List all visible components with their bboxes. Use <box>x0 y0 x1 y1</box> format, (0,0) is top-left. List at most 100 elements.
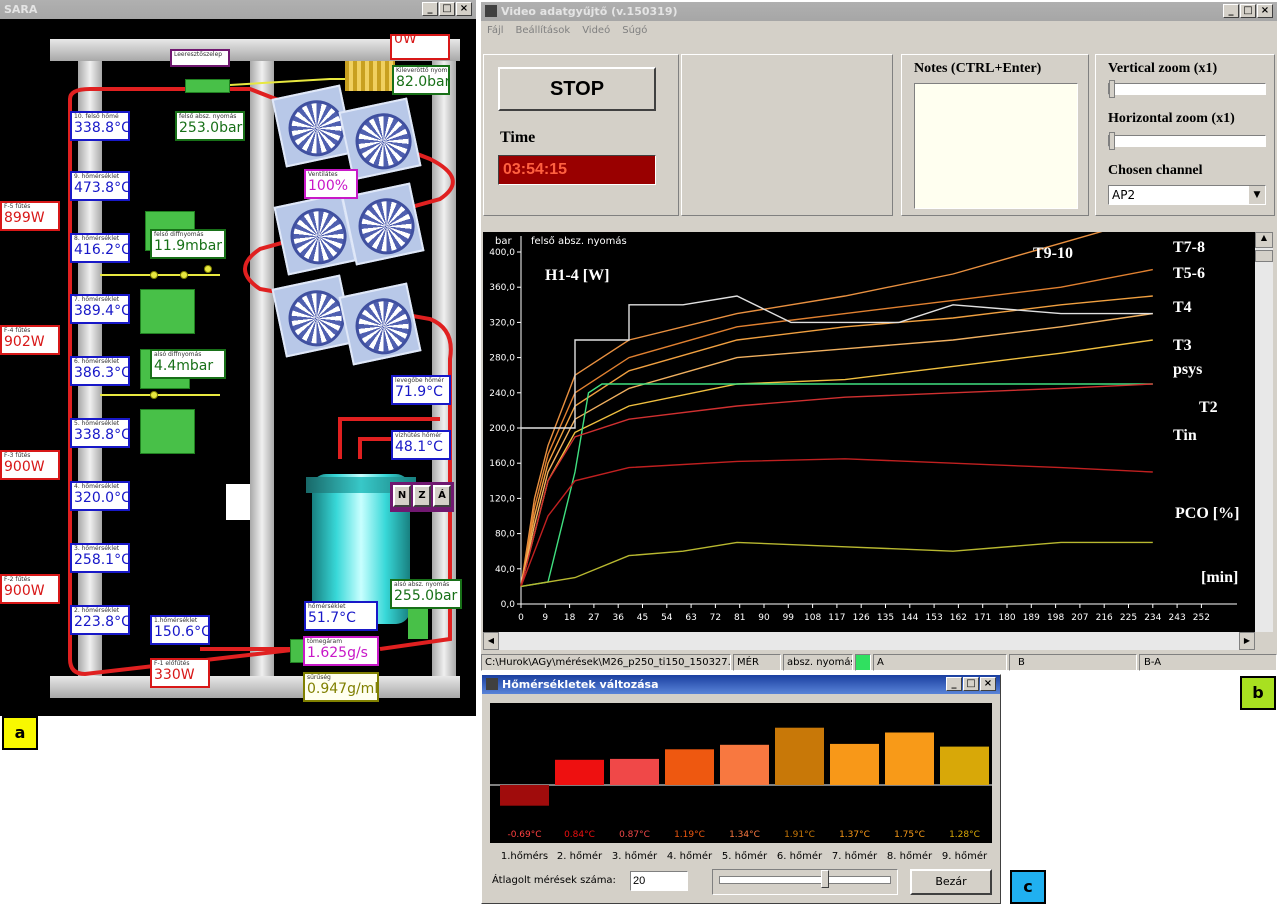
menu-settings[interactable]: Beállítások <box>516 21 571 41</box>
status-b: B <box>1009 654 1137 671</box>
chart-annotation: T2 <box>1199 399 1218 416</box>
horizontal-zoom-slider[interactable] <box>1108 132 1266 150</box>
scroll-right-icon[interactable]: ▶ <box>1239 632 1255 650</box>
fan-6 <box>338 282 422 366</box>
close-icon[interactable]: × <box>980 677 996 691</box>
valve-block-5 <box>140 409 195 454</box>
bar-3 <box>610 758 659 785</box>
badge-b: b <box>1240 676 1276 710</box>
channel-select-value: AP2 <box>1112 188 1136 202</box>
bar-value-label: 1.75°C <box>894 830 925 840</box>
lower-diff-pressure-label: alsó diffnyomás 4.4mbar <box>150 349 226 379</box>
label-value: 338.8°C <box>74 427 130 443</box>
f5-heater-label: F-5 fűtés 899W <box>0 201 60 231</box>
slider-thumb[interactable] <box>821 870 829 888</box>
x-tick-label: 27 <box>588 613 599 623</box>
maximize-icon[interactable]: □ <box>1240 4 1256 18</box>
t1-label: 1.hőmérséklet 150.6°C <box>150 615 210 645</box>
y-tick-label: 240,0 <box>489 389 515 399</box>
x-tick-label: 252 <box>1193 613 1210 623</box>
scroll-left-icon[interactable]: ◀ <box>483 632 499 650</box>
slider-thumb[interactable] <box>1109 132 1115 150</box>
scroll-thumb[interactable] <box>1255 250 1273 262</box>
chart-annotation: PCO [%] <box>1175 505 1239 522</box>
x-tick-label: 216 <box>1096 613 1113 623</box>
bar-name-row: 1.hőmérs 2. hőmér 3. hőmér 4. hőmér 5. hőmér… <box>490 851 992 865</box>
label-value: 1.625g/s <box>307 645 368 661</box>
t5-label: 5. hőmérséklet 338.8°C <box>70 418 130 448</box>
minimize-icon[interactable]: _ <box>946 677 962 691</box>
minimize-icon[interactable]: _ <box>1223 4 1239 18</box>
bar-name-label: 1.hőmérs <box>500 851 549 862</box>
chart-area: bar felső absz. nyomás 0,0 40,0 80,0 120,0 160… <box>483 232 1255 632</box>
x-tick-label: 72 <box>710 613 721 623</box>
bar-name-label: 3. hőmér <box>611 851 658 862</box>
y-tick-label: 80,0 <box>495 530 515 540</box>
app-icon <box>485 5 497 17</box>
label-value: 338.8°C <box>74 120 130 136</box>
slider-thumb[interactable] <box>1109 80 1115 98</box>
avg-count-input[interactable] <box>630 871 688 891</box>
status-ba: B-A <box>1139 654 1277 671</box>
vertical-zoom-slider[interactable] <box>1108 80 1266 98</box>
channel-select[interactable]: AP2 ▼ <box>1108 185 1266 205</box>
y-tick-label: 160,0 <box>489 459 515 469</box>
sensor-dot <box>204 265 212 273</box>
label-value: 82.0bar <box>396 74 450 90</box>
x-tick-label: 18 <box>564 613 576 623</box>
vertical-scrollbar[interactable]: ▲ <box>1255 232 1273 632</box>
bar-2 <box>555 759 604 785</box>
menu-help[interactable]: Súgó <box>622 21 647 41</box>
panel-a-titlebar[interactable]: SARA _ □ × <box>0 0 476 19</box>
mode-z-button[interactable]: Z <box>413 485 431 507</box>
avg-label: Átlagolt mérések száma: <box>492 875 616 886</box>
menu-video[interactable]: Videó <box>582 21 610 41</box>
mass-flow-label: tömegáram 1.625g/s <box>303 636 379 666</box>
chart-annotation: T3 <box>1173 337 1192 354</box>
maximize-icon[interactable]: □ <box>439 2 455 16</box>
label-value: 253.0bar <box>179 120 243 136</box>
label-value: 899W <box>4 210 45 226</box>
avg-slider-track[interactable] <box>719 876 891 884</box>
maximize-icon[interactable]: □ <box>963 677 979 691</box>
notes-textarea[interactable] <box>914 83 1078 209</box>
stop-button[interactable]: STOP <box>498 67 656 111</box>
top-heater <box>345 61 395 91</box>
chevron-down-icon[interactable]: ▼ <box>1249 186 1265 204</box>
panel-b-titlebar[interactable]: Video adatgyűjtő (v.150319) _ □ × <box>481 2 1277 21</box>
mode-n-button[interactable]: N <box>393 485 411 507</box>
menu-file[interactable]: Fájl <box>487 21 504 41</box>
bar-8 <box>885 732 934 785</box>
time-display: 03:54:15 <box>498 155 656 185</box>
x-tick-label: 198 <box>1047 613 1064 623</box>
trend-chart: bar felső absz. nyomás 0,0 40,0 80,0 120,0 160… <box>489 232 1239 623</box>
outlet-pressure-label: Kileveröttő nyom 82.0bar <box>392 65 450 95</box>
water-temp-label: vízhűtés hőmér 48.1°C <box>391 430 451 460</box>
label-value: 223.8°C <box>74 614 130 630</box>
close-icon[interactable]: × <box>456 2 472 16</box>
t10-label: 10. felső hőmé 338.8°C <box>70 111 130 141</box>
horizontal-scrollbar[interactable]: ◀ ▶ <box>483 632 1255 650</box>
chart-annotation: Tin <box>1173 427 1197 444</box>
bar-7 <box>830 743 879 785</box>
scroll-up-icon[interactable]: ▲ <box>1255 232 1273 248</box>
close-icon[interactable]: × <box>1257 4 1273 18</box>
minimize-icon[interactable]: _ <box>422 2 438 16</box>
mode-a-button[interactable]: Á <box>433 485 451 507</box>
label-value: 48.1°C <box>395 439 443 455</box>
x-tick-label: 9 <box>542 613 548 623</box>
notes-label: Notes (CTRL+Enter) <box>914 61 1042 76</box>
top-valve <box>185 79 230 93</box>
close-button[interactable]: Bezár <box>910 869 992 895</box>
blank-panel <box>681 54 893 216</box>
chart-annotation: T4 <box>1173 299 1192 316</box>
panel-b-title: Video adatgyűjtő (v.150319) <box>501 5 678 18</box>
label-value: 330W <box>154 667 195 683</box>
y-tick-label: 200,0 <box>489 424 515 434</box>
status-channel: absz. nyomás <box>783 654 853 671</box>
chart-annotation: T5-6 <box>1173 265 1205 282</box>
x-tick-label: 63 <box>685 613 696 623</box>
control-panel: STOP Time 03:54:15 <box>483 54 679 216</box>
upper-abs-pressure-label: felső absz. nyomás 253.0bar <box>175 111 245 141</box>
panel-c-titlebar[interactable]: Hőmérsékletek változása _ □ × <box>482 675 1000 694</box>
